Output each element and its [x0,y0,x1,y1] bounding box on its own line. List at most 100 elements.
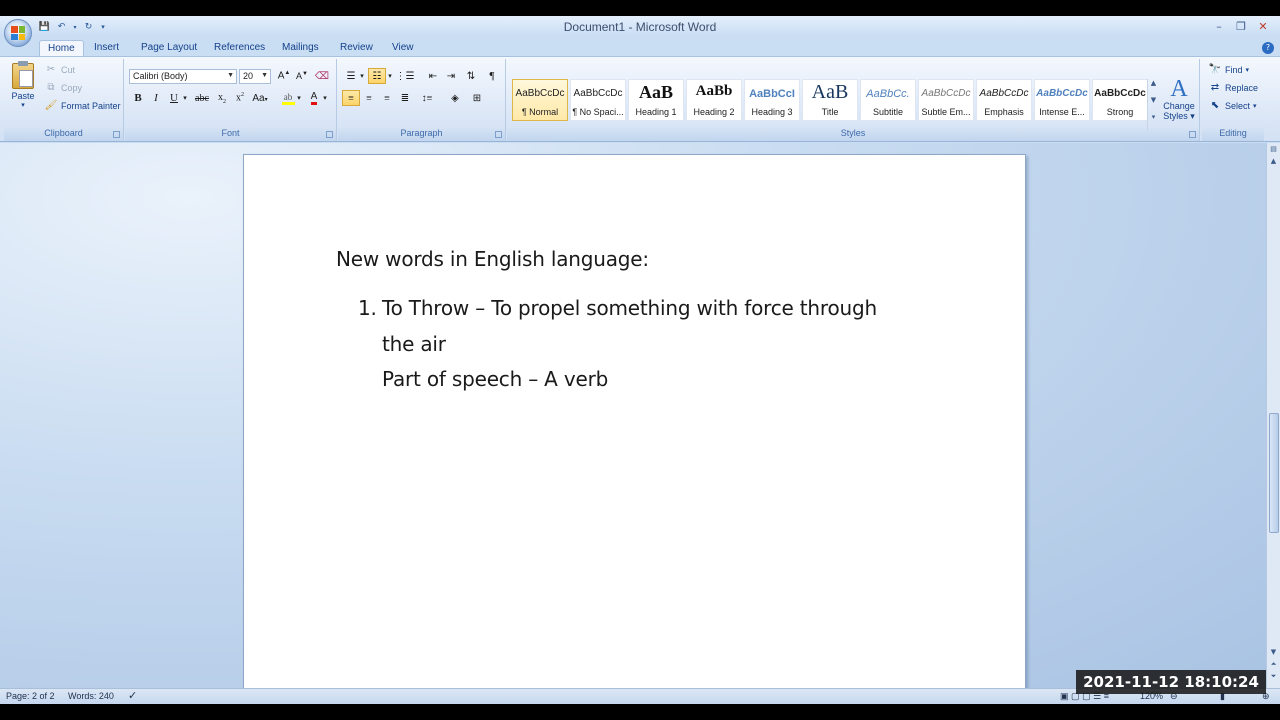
document-heading[interactable]: New words in English language: [336,247,649,271]
recording-timestamp: 2021-11-12 18:10:24 [1076,670,1266,694]
office-button[interactable] [4,19,32,47]
ribbon: Paste ▾ ✂ Cut ⧉ Copy 🖌 Format Painter Clipb… [0,56,1280,142]
styles-launcher-icon[interactable] [1189,131,1196,138]
style-name: ¶ No Spaci... [572,107,624,117]
copy-button[interactable]: ⧉ Copy [44,80,82,96]
proofing-icon[interactable]: ✓ [128,689,137,702]
style-subtle-emphasis[interactable]: AaBbCcDc Subtle Em... [918,79,974,121]
style-no-spacing[interactable]: AaBbCcDc ¶ No Spaci... [570,79,626,121]
format-painter-button[interactable]: 🖌 Format Painter [44,98,121,114]
list-item-line-1[interactable]: To Throw – To propel something with forc… [382,296,877,320]
line-spacing-button[interactable]: ↕≡ [418,90,436,106]
style-heading-2[interactable]: AaBb Heading 2 [686,79,742,121]
document-page[interactable]: New words in English language: 1. To Thr… [243,154,1026,688]
numbering-dropdown[interactable]: ▾ [386,68,394,84]
office-logo-icon [11,26,25,40]
tab-page-layout[interactable]: Page Layout [133,40,205,57]
italic-button[interactable]: I [147,90,165,106]
paragraph-launcher-icon[interactable] [495,131,502,138]
underline-dropdown[interactable]: ▾ [181,90,189,106]
print-layout-icon[interactable]: ▣ [1060,691,1069,701]
subscript-button[interactable]: x2 [213,90,231,106]
list-item-line-2[interactable]: the air [382,332,446,356]
scroll-down-icon[interactable]: ▼ [1267,648,1280,660]
find-button[interactable]: 🔭 Find ▾ [1208,62,1249,78]
change-case-button[interactable]: Aa▾ [251,90,269,106]
font-launcher-icon[interactable] [326,131,333,138]
decrease-indent-button[interactable]: ⇤ [424,68,442,84]
tab-home[interactable]: Home [39,40,84,57]
bullets-dropdown[interactable]: ▾ [358,68,366,84]
gallery-down-icon[interactable]: ▼ [1148,96,1159,113]
style-strong[interactable]: AaBbCcDc Strong [1092,79,1148,121]
style-heading-1[interactable]: AaB Heading 1 [628,79,684,121]
show-formatting-button[interactable]: ¶ [483,68,501,84]
word-count[interactable]: Words: 240 [68,691,114,701]
align-right-button[interactable]: ≡ [378,90,396,106]
tab-mailings[interactable]: Mailings [274,40,327,57]
tab-review[interactable]: Review [332,40,381,57]
tab-insert[interactable]: Insert [86,40,127,57]
scroll-up-icon[interactable]: ▲ [1267,157,1280,169]
cut-button[interactable]: ✂ Cut [44,62,75,78]
replace-icon: ⇄ [1210,82,1220,93]
style-normal[interactable]: AaBbCcDc ¶ Normal [512,79,568,121]
style-name: Heading 2 [693,107,735,117]
change-styles-label-2-text: Styles [1163,111,1188,121]
clipboard-launcher-icon[interactable] [113,131,120,138]
font-color-dropdown[interactable]: ▾ [321,90,329,106]
previous-page-icon[interactable]: ⏶ [1267,660,1280,672]
gallery-up-icon[interactable]: ▲ [1148,79,1159,96]
tab-references[interactable]: References [206,40,273,57]
align-left-button[interactable]: ≡ [342,90,360,106]
tab-view[interactable]: View [384,40,422,57]
style-intense-emphasis[interactable]: AaBbCcDc Intense E... [1034,79,1090,121]
gallery-more-icon[interactable]: ▾ [1148,113,1159,130]
style-heading-3[interactable]: AaBbCcI Heading 3 [744,79,800,121]
list-item-line-3[interactable]: Part of speech – A verb [382,367,608,391]
help-icon[interactable]: ? [1262,42,1274,54]
paste-button[interactable]: Paste ▾ [10,61,36,111]
close-icon[interactable]: ✕ [1252,18,1274,34]
restore-icon[interactable]: ❐ [1230,18,1252,34]
paste-dropdown-icon[interactable]: ▾ [10,101,36,109]
grow-font-button[interactable]: A▲ [275,68,293,84]
bold-button[interactable]: B [129,90,147,106]
style-emphasis[interactable]: AaBbCcDc Emphasis [976,79,1032,121]
font-size-combo[interactable]: 20 ▼ [239,69,271,84]
italic-icon: I [154,92,158,104]
screen-top-bar [0,0,1280,16]
style-subtitle[interactable]: AaBbCc. Subtitle [860,79,916,121]
superscript-button[interactable]: x2 [231,90,249,106]
numbering-button[interactable]: ☷ [368,68,386,84]
font-family-value: Calibri (Body) [133,71,188,81]
borders-button[interactable]: ⊞ [468,90,486,106]
vertical-scrollbar[interactable]: ▤ ▲ ▼ ⏶ ⏷ [1266,143,1280,688]
shading-button[interactable]: ◈ [446,90,464,106]
select-button[interactable]: ⬉ Select ▾ [1208,98,1257,114]
font-family-combo[interactable]: Calibri (Body) ▼ [129,69,237,84]
superscript-icon: x2 [236,92,244,104]
sort-button[interactable]: ⇅ [462,68,480,84]
strikethrough-button[interactable]: abc [193,90,211,106]
increase-indent-button[interactable]: ⇥ [442,68,460,84]
align-right-icon: ≡ [384,92,390,104]
replace-button[interactable]: ⇄ Replace [1208,80,1258,96]
multilevel-list-button[interactable]: ⋮☰ [396,68,415,84]
shrink-font-button[interactable]: A▼ [293,68,311,84]
align-center-button[interactable]: ≡ [360,90,378,106]
ruler-toggle-icon[interactable]: ▤ [1267,145,1280,157]
clipboard-group-label: Clipboard [4,128,123,141]
style-title[interactable]: AaB Title [802,79,858,121]
scrollbar-thumb[interactable] [1269,413,1279,533]
document-area[interactable]: New words in English language: 1. To Thr… [0,143,1266,688]
next-page-icon[interactable]: ⏷ [1267,672,1280,684]
change-styles-button[interactable]: A Change Styles ▾ [1160,77,1198,131]
clear-formatting-button[interactable]: ⌫ [313,68,331,84]
style-sample: AaBbCcDc [1094,88,1146,99]
page-count[interactable]: Page: 2 of 2 [6,691,55,701]
justify-button[interactable]: ≣ [396,90,414,106]
style-name: Heading 3 [751,107,793,117]
minimize-icon[interactable]: – [1208,18,1230,34]
highlight-dropdown[interactable]: ▾ [295,90,303,106]
